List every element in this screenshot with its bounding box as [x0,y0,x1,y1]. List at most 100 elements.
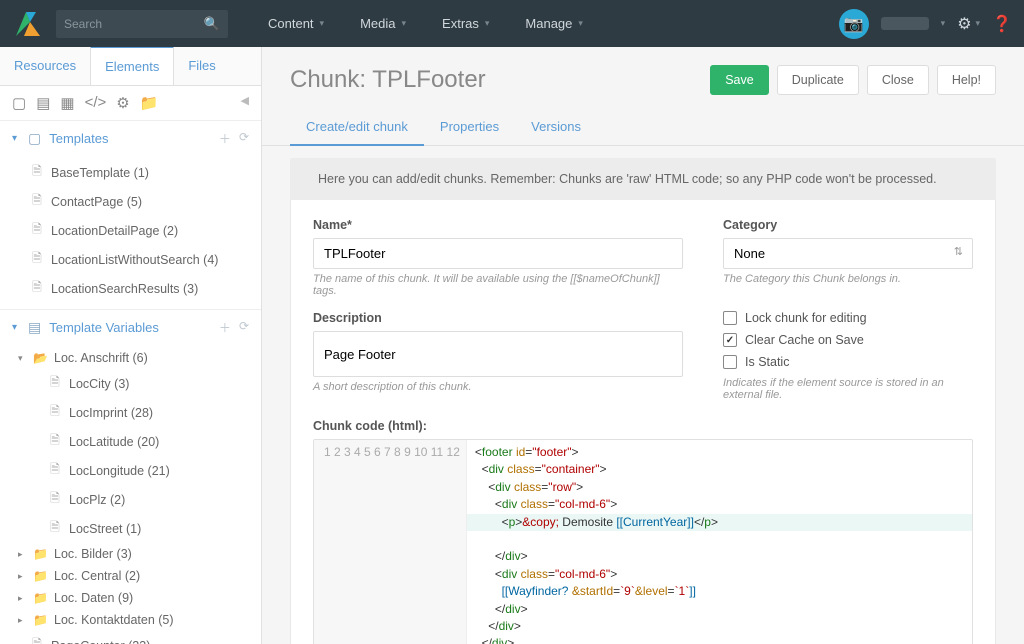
form-panel: Name* The name of this chunk. It will be… [290,200,996,644]
topbar: 🔍 Content▾ Media▾ Extras▾ Manage▾ 📷 ▾ ⚙▾… [0,0,1024,47]
close-button[interactable]: Close [867,65,929,95]
file-icon: 🗎 [30,162,44,183]
category-select[interactable]: None [723,238,973,269]
tab-resources[interactable]: Resources [0,47,90,85]
tv-icon[interactable]: ▤ [36,94,50,112]
help-icon[interactable]: ❓ [992,14,1012,34]
sidebar-tabs: Resources Elements Files [0,47,261,86]
lock-checkbox-row[interactable]: Lock chunk for editing [723,311,973,325]
nav-media[interactable]: Media▾ [342,0,424,47]
tab-files[interactable]: Files [174,47,229,85]
chevron-right-icon: ▸ [18,549,26,560]
add-icon[interactable]: ＋ [219,319,231,336]
chunks-icon[interactable]: ▦ [60,94,74,112]
tree-item[interactable]: 🗎LocPlz (2) [0,485,261,514]
tab-elements[interactable]: Elements [90,47,174,85]
file-icon: 🗎 [48,489,62,510]
search-icon[interactable]: 🔍 [204,16,220,32]
tree-item[interactable]: 🗎LocationListWithoutSearch (4) [0,245,261,274]
info-bar: Here you can add/edit chunks. Remember: … [290,158,996,200]
help-button[interactable]: Help! [937,65,996,95]
file-icon: 🗎 [30,278,44,299]
tab-create-edit[interactable]: Create/edit chunk [290,109,424,146]
code-label: Chunk code (html): [313,419,973,433]
tree-item[interactable]: 🗎LocImprint (28) [0,398,261,427]
checkbox-checked-icon [723,333,737,347]
page-title: Chunk: TPLFooter [290,66,486,94]
tree-item[interactable]: 🗎LocStreet (1) [0,514,261,543]
snippets-icon[interactable]: </> [85,94,107,112]
section-header-tvars[interactable]: ▾ ▤ Template Variables ＋⟳ [0,310,261,345]
category-hint: The Category this Chunk belongs in. [723,273,973,285]
file-icon: 🗎 [48,518,62,539]
chevron-right-icon: ▸ [18,615,26,626]
tree-folder[interactable]: ▸📁Loc. Kontaktdaten (5) [0,609,261,631]
nav-content[interactable]: Content▾ [250,0,342,47]
save-button[interactable]: Save [710,65,769,95]
logo[interactable] [12,8,44,40]
file-icon: 🗎 [30,191,44,212]
file-icon: 🗎 [48,431,62,452]
chevron-down-icon: ▾ [402,18,407,29]
tree-item[interactable]: 🗎LocCity (3) [0,369,261,398]
checkbox-icon [723,311,737,325]
tree-folder[interactable]: ▸📁Loc. Daten (9) [0,587,261,609]
chevron-down-icon: ▾ [941,18,946,29]
chevron-down-icon: ▾ [12,322,20,333]
avatar[interactable]: 📷 [839,9,869,39]
tree-item[interactable]: 🗎LocLongitude (21) [0,456,261,485]
name-hint: The name of this chunk. It will be avail… [313,273,683,297]
tv-icon: ▤ [28,319,41,336]
tree-item[interactable]: 🗎BaseTemplate (1) [0,158,261,187]
add-icon[interactable]: ＋ [219,130,231,147]
plugins-icon[interactable]: ⚙ [116,94,129,112]
tree-item[interactable]: 🗎ContactPage (5) [0,187,261,216]
user-name[interactable] [881,17,929,30]
content-tabs: Create/edit chunk Properties Versions [262,95,1024,146]
duplicate-button[interactable]: Duplicate [777,65,859,95]
nav-extras[interactable]: Extras▾ [424,0,507,47]
collapse-icon[interactable]: ◀ [241,94,249,112]
folder-icon: 📁 [33,613,47,627]
description-hint: A short description of this chunk. [313,381,683,393]
file-icon: 🗎 [48,373,62,394]
categories-icon[interactable]: 📁 [140,94,159,112]
tree-item[interactable]: 🗎LocLatitude (20) [0,427,261,456]
nav-manage[interactable]: Manage▾ [507,0,601,47]
logo-icon [12,8,44,40]
tree-folder[interactable]: ▸📁Loc. Bilder (3) [0,543,261,565]
chevron-down-icon: ▾ [578,18,583,29]
tab-versions[interactable]: Versions [515,109,597,145]
tree-folder[interactable]: ▸📁Loc. Central (2) [0,565,261,587]
section-header-templates[interactable]: ▾ ▢ Templates ＋⟳ [0,121,261,156]
static-checkbox-row[interactable]: Is Static [723,355,973,369]
static-hint: Indicates if the element source is store… [723,377,973,401]
template-icon: ▢ [28,130,41,147]
search-box[interactable]: 🔍 [56,10,228,38]
tree-item[interactable]: 🗎PageCounter (23) [0,631,261,644]
clear-cache-checkbox-row[interactable]: Clear Cache on Save [723,333,973,347]
code-area[interactable]: <footer id="footer"> <div class="contain… [467,440,972,644]
section-template-variables: ▾ ▤ Template Variables ＋⟳ ▾📂Loc. Anschri… [0,310,261,644]
tree-folder[interactable]: ▾📂Loc. Anschrift (6) [0,347,261,369]
category-label: Category [723,218,973,232]
code-editor[interactable]: 1 2 3 4 5 6 7 8 9 10 11 12 <footer id="f… [313,439,973,644]
checkbox-icon [723,355,737,369]
file-icon: 🗎 [30,249,44,270]
chevron-down-icon: ▾ [485,18,490,29]
gear-icon[interactable]: ⚙▾ [957,14,980,34]
tab-properties[interactable]: Properties [424,109,515,145]
refresh-icon[interactable]: ⟳ [239,319,249,336]
folder-open-icon: 📂 [33,351,47,365]
search-input[interactable] [64,17,204,31]
name-input[interactable] [313,238,683,269]
file-icon: 🗎 [48,460,62,481]
template-icon[interactable]: ▢ [12,94,26,112]
description-input[interactable] [313,331,683,377]
description-label: Description [313,311,683,325]
file-icon: 🗎 [30,635,44,644]
chevron-down-icon: ▾ [18,353,26,364]
tree-item[interactable]: 🗎LocationDetailPage (2) [0,216,261,245]
refresh-icon[interactable]: ⟳ [239,130,249,147]
tree-item[interactable]: 🗎LocationSearchResults (3) [0,274,261,303]
